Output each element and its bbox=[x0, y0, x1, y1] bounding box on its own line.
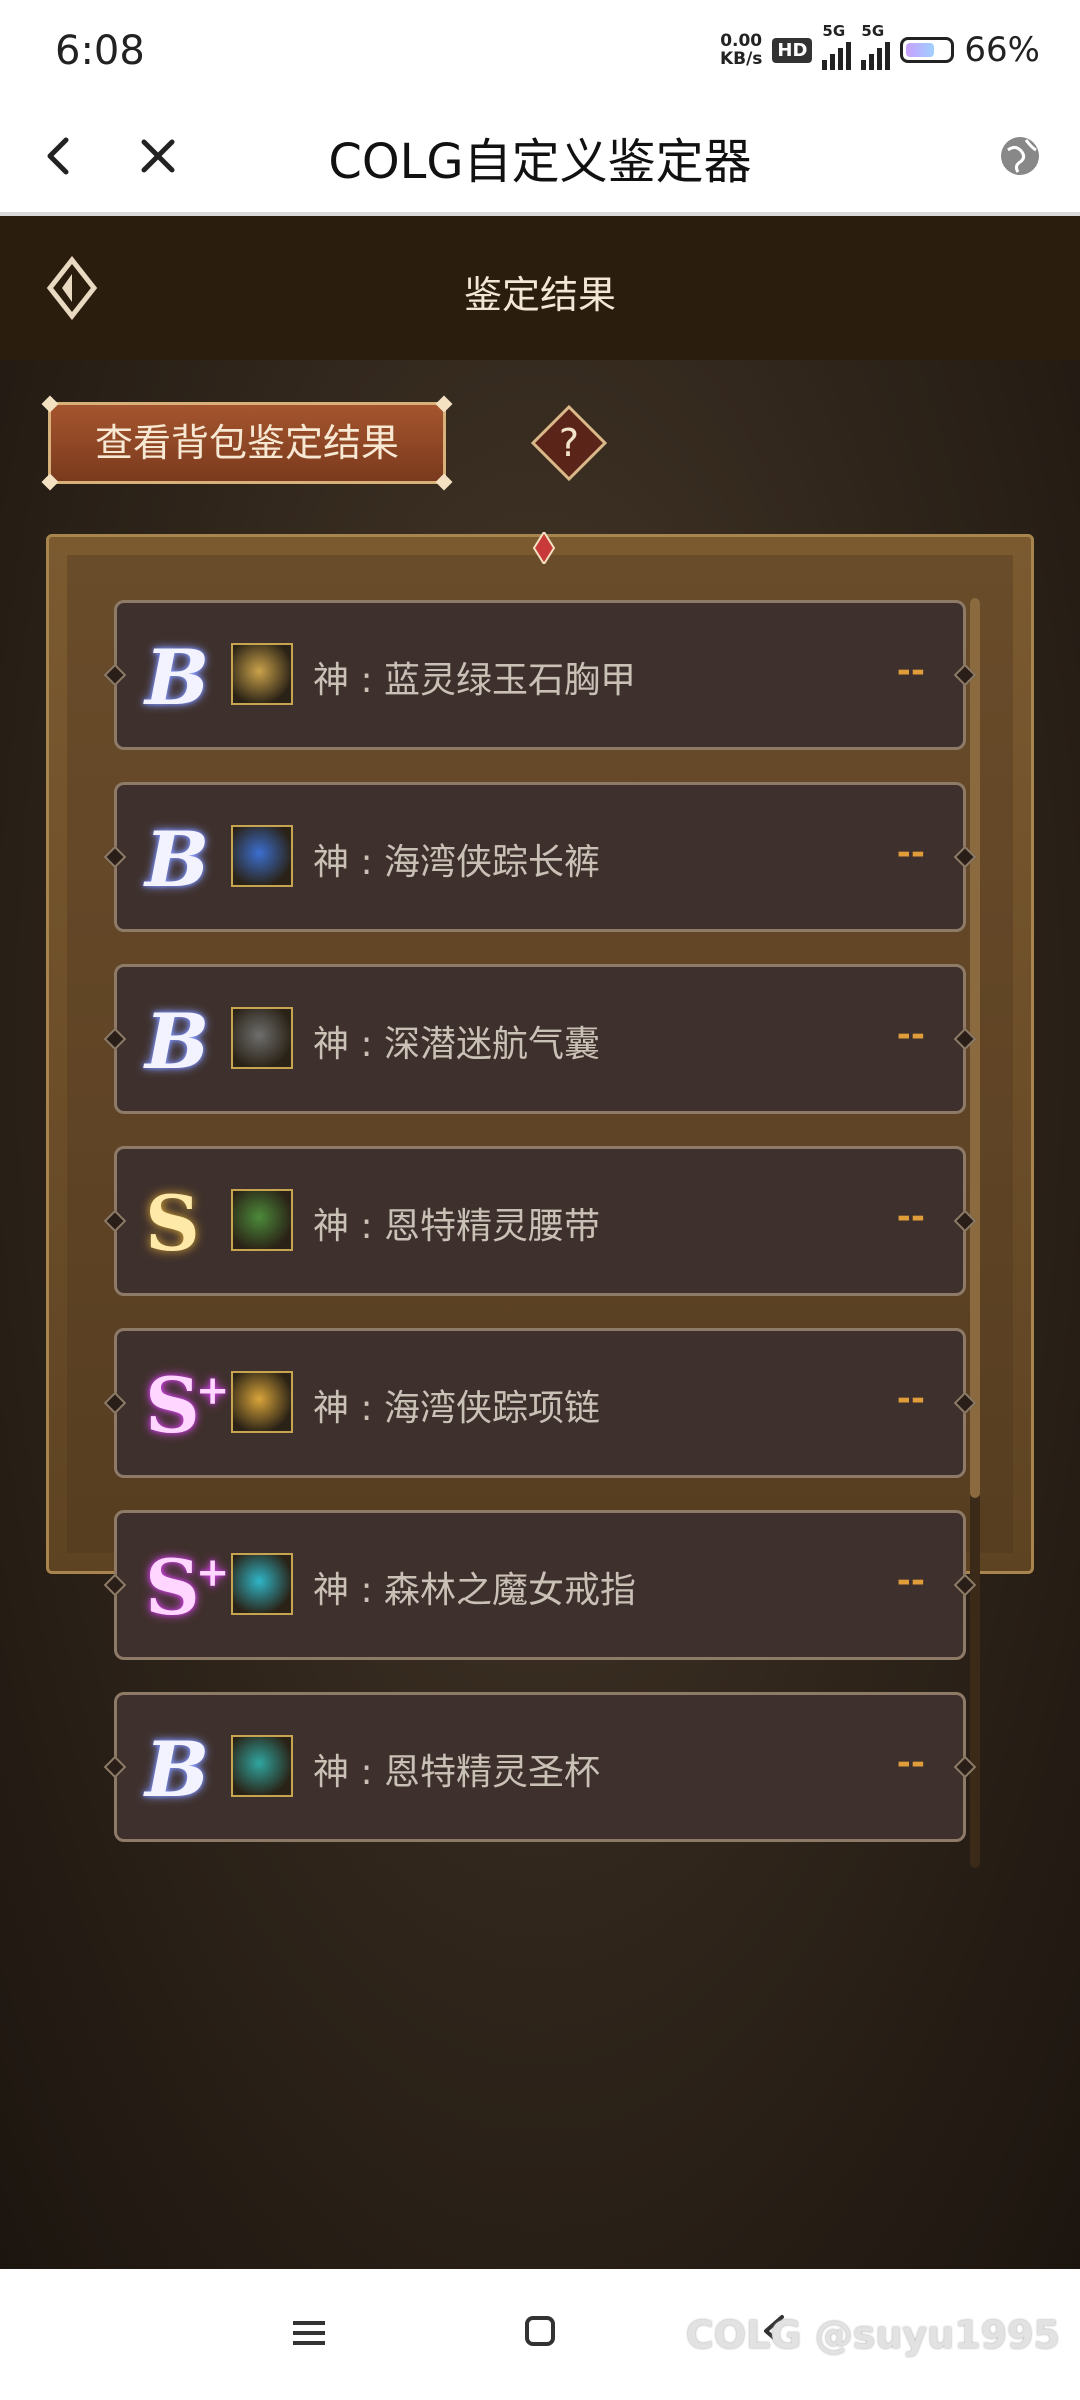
grade-letter: B bbox=[145, 997, 210, 1086]
item-name: 神 : 森林之魔女戒指 bbox=[313, 1570, 637, 1611]
speed-unit: KB/s bbox=[719, 49, 763, 69]
battery-icon bbox=[900, 37, 955, 63]
speed-value: 0.00 bbox=[720, 31, 763, 51]
signal-icon-2: 5G bbox=[861, 22, 891, 70]
chalice-icon bbox=[231, 1735, 293, 1797]
game-header: 鉴定结果 bbox=[0, 216, 1080, 360]
network-type: 5G bbox=[822, 22, 846, 40]
grade-plus: + bbox=[195, 1367, 230, 1414]
item-score: -- bbox=[896, 1379, 925, 1419]
item-score: -- bbox=[896, 1561, 925, 1601]
item-name: 神 : 海湾侠踪项链 bbox=[313, 1388, 601, 1429]
menu-icon[interactable] bbox=[290, 2315, 328, 2351]
belt-icon bbox=[231, 1189, 293, 1251]
svg-text:?: ? bbox=[559, 421, 579, 465]
home-square-icon[interactable] bbox=[522, 2313, 558, 2349]
result-row[interactable]: S 神 : 恩特精灵腰带 -- bbox=[114, 1146, 966, 1296]
shoulder-icon bbox=[231, 1007, 293, 1069]
header-title: 鉴定结果 bbox=[463, 273, 616, 317]
grade-letter: B bbox=[145, 633, 210, 722]
grade-badge: B bbox=[145, 815, 215, 905]
necklace-icon bbox=[231, 1371, 293, 1433]
question-icon[interactable]: ? bbox=[530, 404, 608, 482]
results-scrollbar[interactable] bbox=[970, 598, 980, 1868]
grade-letter: S bbox=[145, 1543, 200, 1632]
signal-icon: 5G bbox=[822, 22, 852, 70]
network-speed: 0.00 KB/s bbox=[720, 32, 762, 68]
pants-icon bbox=[231, 825, 293, 887]
grade-badge: S+ bbox=[145, 1543, 229, 1633]
result-row[interactable]: B 神 : 蓝灵绿玉石胸甲 -- bbox=[114, 600, 966, 750]
grade-badge: B bbox=[145, 1725, 215, 1815]
grade-badge: B bbox=[145, 633, 215, 723]
network-type-2: 5G bbox=[861, 22, 885, 40]
chest-armor-icon bbox=[231, 643, 293, 705]
grade-letter: S bbox=[145, 1361, 200, 1450]
item-score: -- bbox=[896, 1015, 925, 1055]
result-row[interactable]: S+ 神 : 海湾侠踪项链 -- bbox=[114, 1328, 966, 1478]
item-score: -- bbox=[896, 651, 925, 691]
globe-icon[interactable] bbox=[990, 126, 1050, 186]
item-name: 神 : 海湾侠踪长裤 bbox=[313, 842, 601, 883]
result-row[interactable]: B 神 : 海湾侠踪长裤 -- bbox=[114, 782, 966, 932]
item-name: 神 : 恩特精灵腰带 bbox=[313, 1206, 601, 1247]
result-row[interactable]: B 神 : 恩特精灵圣杯 -- bbox=[114, 1692, 966, 1842]
battery-percent: 66% bbox=[964, 30, 1040, 70]
item-score: -- bbox=[896, 1197, 925, 1237]
status-time: 6:08 bbox=[55, 28, 145, 74]
result-row[interactable]: B 神 : 深潜迷航气囊 -- bbox=[114, 964, 966, 1114]
browser-titlebar: COLG自定义鉴定器 bbox=[0, 100, 1080, 216]
grade-letter: S bbox=[145, 1179, 200, 1268]
system-navbar: COLG @suyu1995 bbox=[0, 2269, 1080, 2400]
grade-badge: B bbox=[145, 997, 215, 1087]
grade-badge: S+ bbox=[145, 1361, 229, 1451]
item-score: -- bbox=[896, 1743, 925, 1783]
gem-ornament-icon bbox=[528, 530, 560, 566]
status-bar: 6:08 0.00 KB/s HD 5G 5G 66% bbox=[0, 0, 1080, 100]
watermark: COLG @suyu1995 bbox=[685, 2313, 1060, 2357]
view-bag-results-button[interactable]: 查看背包鉴定结果 bbox=[41, 395, 453, 491]
item-name: 神 : 恩特精灵圣杯 bbox=[313, 1752, 601, 1793]
grade-badge: S bbox=[145, 1179, 215, 1269]
result-row[interactable]: S+ 神 : 森林之魔女戒指 -- bbox=[114, 1510, 966, 1660]
item-score: -- bbox=[896, 833, 925, 873]
page-title: COLG自定义鉴定器 bbox=[328, 134, 752, 190]
grade-plus: + bbox=[195, 1549, 230, 1596]
item-name: 神 : 深潜迷航气囊 bbox=[313, 1024, 601, 1065]
grade-letter: B bbox=[145, 815, 210, 904]
hd-badge: HD bbox=[772, 37, 813, 63]
view-bag-results-label: 查看背包鉴定结果 bbox=[94, 421, 399, 465]
item-name: 神 : 蓝灵绿玉石胸甲 bbox=[313, 660, 637, 701]
ring-icon bbox=[231, 1553, 293, 1615]
grade-letter: B bbox=[145, 1725, 210, 1814]
status-icons: 0.00 KB/s HD 5G 5G 66% bbox=[720, 22, 1040, 70]
game-area: 鉴定结果 查看背包鉴定结果 ? B 神 : 蓝灵绿玉石胸甲 -- B 神 : 海湾侠踪长… bbox=[0, 216, 1080, 2269]
